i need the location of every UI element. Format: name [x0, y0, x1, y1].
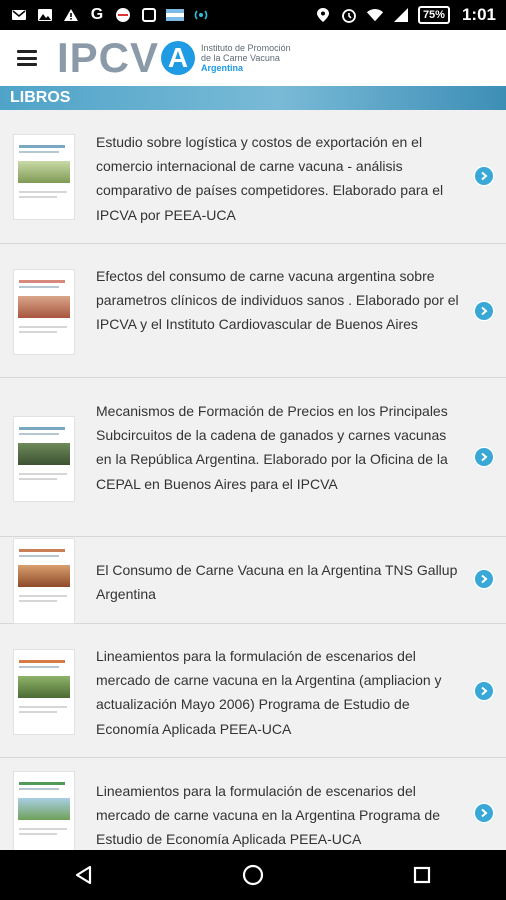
- list-item[interactable]: El Consumo de Carne Vacuna en la Argenti…: [0, 537, 506, 624]
- status-left-icons: G: [0, 6, 210, 24]
- system-nav-bar: [0, 850, 506, 900]
- status-bar: G 75% 1:01: [0, 0, 506, 30]
- signal-icon: [392, 6, 410, 24]
- status-right-icons: 75% 1:01: [314, 5, 506, 25]
- section-header: LIBROS: [0, 86, 506, 110]
- chevron-right-icon[interactable]: [473, 165, 495, 187]
- back-icon[interactable]: [69, 860, 99, 890]
- section-title: LIBROS: [10, 89, 71, 106]
- argentina-flag-icon: [166, 6, 184, 24]
- book-cover-thumbnail: [13, 134, 75, 220]
- list-item[interactable]: Lineamientos para la formulación de esce…: [0, 624, 506, 758]
- logo-tagline: Instituto de Promoción de la Carne Vacun…: [201, 43, 291, 73]
- image-icon: [36, 6, 54, 24]
- book-title: Estudio sobre logística y costos de expo…: [96, 134, 444, 223]
- book-title: Efectos del consumo de carne vacuna arge…: [96, 268, 459, 333]
- book-cover-thumbnail: [13, 649, 75, 735]
- status-clock: 1:01: [461, 5, 496, 24]
- location-icon: [314, 6, 332, 24]
- recents-icon[interactable]: [407, 860, 437, 890]
- book-title: El Consumo de Carne Vacuna en la Argenti…: [96, 562, 458, 603]
- chevron-right-icon[interactable]: [473, 300, 495, 322]
- list-item[interactable]: Lineamientos para la formulación de esce…: [0, 758, 506, 850]
- book-cover-thumbnail: [13, 538, 75, 624]
- menu-icon[interactable]: [17, 50, 37, 66]
- book-title: Lineamientos para la formulación de esce…: [96, 648, 442, 737]
- warning-icon: [62, 6, 80, 24]
- home-icon[interactable]: [238, 860, 268, 890]
- list-item[interactable]: Efectos del consumo de carne vacuna arge…: [0, 244, 506, 378]
- ipcva-logo: IPCV A Instituto de Promoción de la Carn…: [57, 37, 291, 79]
- book-cover-thumbnail: [13, 416, 75, 502]
- wifi-icon: [366, 6, 384, 24]
- logo-country: Argentina: [201, 63, 244, 73]
- email-icon: [10, 6, 28, 24]
- logo-wordmark: IPCV: [57, 34, 160, 81]
- book-title: Mecanismos de Formación de Precios en lo…: [96, 403, 448, 492]
- battery-indicator: 75%: [417, 6, 450, 24]
- no-sim-icon: [114, 6, 132, 24]
- google-icon: G: [90, 6, 104, 23]
- list-item[interactable]: Mecanismos de Formación de Precios en lo…: [0, 378, 506, 537]
- chevron-right-icon[interactable]: [473, 802, 495, 824]
- book-list: Estudio sobre logística y costos de expo…: [0, 110, 506, 850]
- chevron-right-icon[interactable]: [473, 680, 495, 702]
- notification-icon: [140, 6, 158, 24]
- alarm-icon: [340, 6, 358, 24]
- chevron-right-icon[interactable]: [473, 568, 495, 590]
- logo-line-2: de la Carne Vacuna: [201, 53, 280, 63]
- book-cover-thumbnail: [13, 269, 75, 355]
- app-header: IPCV A Instituto de Promoción de la Carn…: [0, 30, 506, 86]
- chevron-right-icon[interactable]: [473, 446, 495, 468]
- logo-circle-letter: A: [161, 41, 196, 75]
- list-item[interactable]: Estudio sobre logística y costos de expo…: [0, 110, 506, 244]
- broadcast-icon: [192, 6, 210, 24]
- book-cover-thumbnail: [13, 771, 75, 850]
- logo-line-1: Instituto de Promoción: [201, 43, 291, 53]
- book-title: Lineamientos para la formulación de esce…: [96, 783, 440, 848]
